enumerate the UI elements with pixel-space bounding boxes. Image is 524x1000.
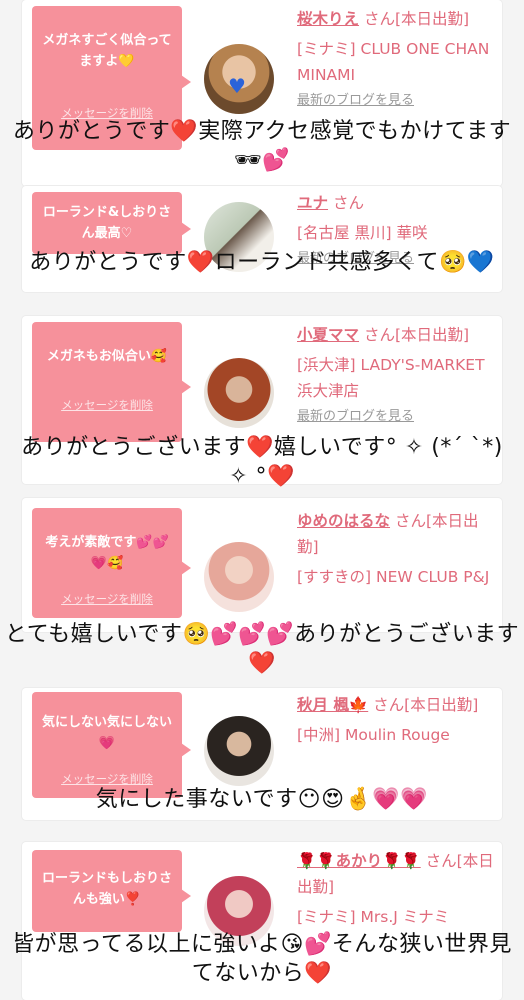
message-bubble: 気にしない気にしない💗 メッセージを削除 [32,692,191,798]
latest-blog-link[interactable]: 最新のブログを見る [297,404,497,430]
reply-caption: とても嬉しいです🥺💕💕💕ありがとうございます❤️ [4,622,520,676]
cast-info: 秋月 楓🍁 さん[本日出勤] [中洲] Moulin Rouge [297,692,497,748]
cast-name[interactable]: 秋月 楓🍁 [297,696,368,714]
honorific: さん [394,512,426,530]
honorific: さん [363,10,395,28]
message-bubble: ローランド&しおりさん最高♡ [32,192,191,254]
shop-name[interactable]: [ミナミ] Mrs.J ミナミ [297,904,497,930]
shop-name[interactable]: [ミナミ] CLUB ONE CHAN MINAMI [297,36,497,88]
cast-name[interactable]: 桜木りえ [297,10,359,28]
blue-heart-icon: ♥ [228,74,246,98]
cast-name[interactable]: ゆめのはるな [297,512,390,530]
reply-caption: ありがとうです❤️実際アクセ感覚でもかけてます🕶💕 [12,119,512,173]
avatar[interactable] [204,542,274,612]
message-text: メガネすごく似合ってますよ💛 [42,33,172,69]
message-text: 考えが素敵です💕💕💗🥰 [45,535,169,571]
delete-message-link[interactable]: メッセージを削除 [32,395,182,416]
shop-name[interactable]: [中洲] Moulin Rouge [297,722,497,748]
message-bubble: ローランドもしおりさんも強い❣️ [32,850,191,932]
shop-name[interactable]: [浜大津] LADY'S-MARKET 浜大津店 [297,352,497,404]
work-status: [本日出勤] [394,10,470,28]
shop-name[interactable]: [名古屋 黒川] 華咲 [297,220,497,246]
latest-blog-link[interactable]: 最新のブログを見る [297,88,497,114]
honorific: さん [425,852,457,870]
cast-info: 🌹🌹あかり🌹🌹 さん[本日出勤] [ミナミ] Mrs.J ミナミ [297,848,497,930]
message-text: メガネもお似合い🥰 [46,349,168,364]
cast-info: ゆめのはるな さん[本日出勤] [すすきの] NEW CLUB P&J [297,508,497,590]
work-status: [本日出勤] [404,696,479,714]
honorific: さん [332,194,364,212]
reply-caption: 気にした事ないです😶😍🤞💗💗 [95,787,429,812]
message-text: 気にしない気にしない💗 [41,715,172,751]
shop-name[interactable]: [すすきの] NEW CLUB P&J [297,564,497,590]
cast-info: 桜木りえ さん[本日出勤] [ミナミ] CLUB ONE CHAN MINAMI… [297,6,497,114]
message-card: 考えが素敵です💕💕💗🥰 メッセージを削除 ゆめのはるな さん[本日出勤] [すす… [22,498,502,632]
message-bubble: 考えが素敵です💕💕💗🥰 メッセージを削除 [32,508,191,618]
avatar[interactable] [204,358,274,428]
cast-name[interactable]: 🌹🌹あかり🌹🌹 [297,852,421,870]
avatar[interactable] [204,716,274,786]
reply-caption: ありがとうです❤️ローランド共感多くて🥺💙 [29,250,495,275]
honorific: さん [363,326,395,344]
cast-name[interactable]: ユナ [297,194,328,212]
cast-name[interactable]: 小夏ママ [297,326,359,344]
avatar[interactable]: ♥ [204,44,274,114]
message-text: ローランド&しおりさん最高♡ [42,205,172,241]
work-status: [本日出勤] [394,326,470,344]
reply-caption: 皆が思ってる以上に強いよ😘💕そんな狭い世界見てないから❤️ [12,932,512,986]
delete-message-link[interactable]: メッセージを削除 [32,589,182,610]
cast-info: 小夏ママ さん[本日出勤] [浜大津] LADY'S-MARKET 浜大津店 最… [297,322,497,430]
message-bubble: メガネもお似合い🥰 メッセージを削除 [32,322,191,442]
reply-caption: ありがとうございます❤️嬉しいです° ✧ (*´ `*) ✧ °❤️ [21,435,503,489]
message-text: ローランドもしおりさんも強い❣️ [41,871,172,907]
honorific: さん [373,696,405,714]
